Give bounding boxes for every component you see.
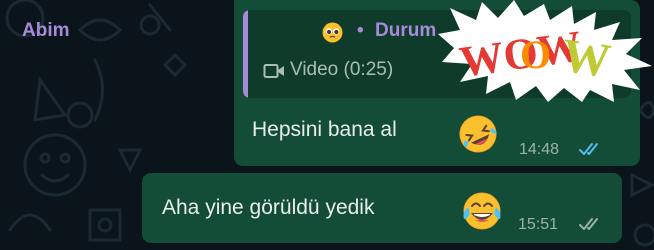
message-text-2: Aha yine görüldü yedik bbox=[162, 196, 375, 219]
pleading-face-icon bbox=[322, 22, 343, 43]
wow-sticker: WOW O W bbox=[436, 0, 654, 102]
quoted-author: Abim bbox=[22, 20, 70, 41]
video-icon bbox=[263, 64, 284, 78]
quote-accent-bar bbox=[243, 10, 248, 98]
double-tick-read-icon bbox=[579, 143, 598, 155]
message-time-1: 14:48 bbox=[519, 141, 560, 158]
message-time-2: 15:51 bbox=[518, 216, 559, 233]
svg-text:W: W bbox=[559, 29, 614, 88]
tears-of-joy-emoji-icon bbox=[463, 192, 501, 230]
double-tick-delivered-icon bbox=[579, 218, 598, 230]
quoted-media-label: Video (0:25) bbox=[290, 59, 394, 80]
message-text-1: Hepsini bana al bbox=[252, 118, 397, 141]
rolling-laughing-emoji-icon bbox=[459, 115, 497, 153]
svg-text:O: O bbox=[520, 32, 551, 77]
quoted-status-label: Durum bbox=[375, 20, 437, 41]
quoted-separator: • bbox=[357, 20, 364, 41]
